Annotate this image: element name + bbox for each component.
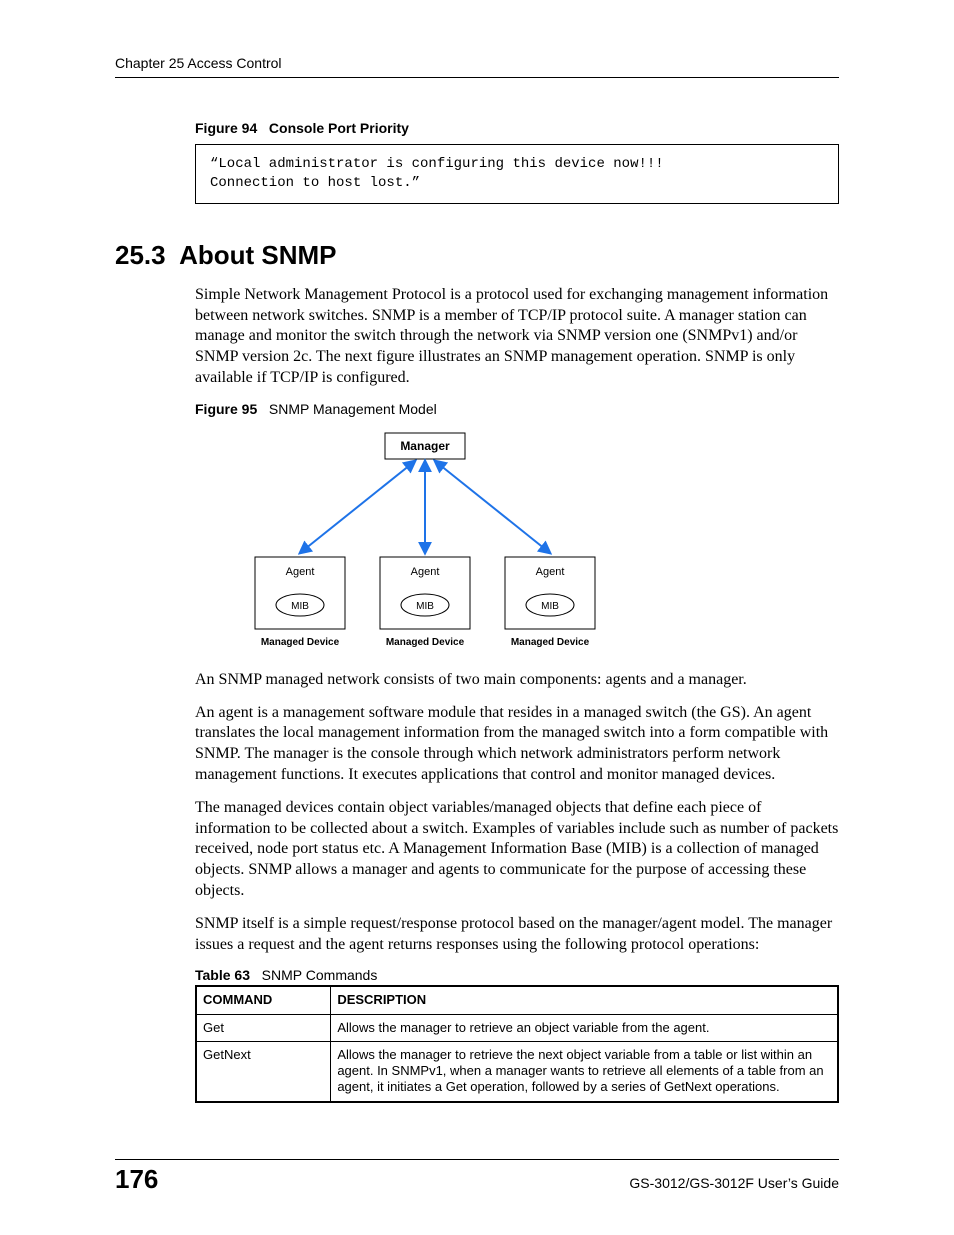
diagram-device-1: Agent MIB Managed Device (255, 557, 345, 648)
diagram-device-3: Agent MIB Managed Device (505, 557, 595, 648)
figure95-title: SNMP Management Model (269, 401, 437, 417)
table-cell-description: Allows the manager to retrieve an object… (331, 1014, 838, 1041)
snmp-diagram: Manager Agent MIB Managed Device Ag (195, 425, 839, 660)
table-cell-command: Get (196, 1014, 331, 1041)
section-heading: 25.3 About SNMP (115, 240, 839, 271)
svg-text:Agent: Agent (286, 566, 315, 578)
diagram-manager-label: Manager (400, 439, 450, 453)
snmp-commands-table: COMMAND DESCRIPTION Get Allows the manag… (195, 985, 839, 1102)
diagram-device-2: Agent MIB Managed Device (380, 557, 470, 648)
guide-name: GS-3012/GS-3012F User’s Guide (629, 1175, 839, 1191)
table-header-command: COMMAND (196, 986, 331, 1014)
svg-text:Managed Device: Managed Device (511, 637, 590, 648)
svg-text:Agent: Agent (536, 566, 565, 578)
svg-text:Managed Device: Managed Device (261, 637, 340, 648)
svg-text:MIB: MIB (416, 601, 434, 612)
svg-text:MIB: MIB (291, 601, 309, 612)
diagram-arrow-left (300, 461, 415, 553)
svg-text:Agent: Agent (411, 566, 440, 578)
figure94-codebox: “Local administrator is configuring this… (195, 144, 839, 204)
paragraph-agent: An agent is a management software module… (195, 703, 839, 786)
diagram-arrow-right (435, 461, 550, 553)
svg-text:Managed Device: Managed Device (386, 637, 465, 648)
figure94-number: Figure 94 (195, 120, 257, 136)
table-row: Get Allows the manager to retrieve an ob… (196, 1014, 838, 1041)
section-number: 25.3 (115, 240, 166, 270)
table63-caption: Table 63 SNMP Commands (195, 967, 839, 983)
table-cell-description: Allows the manager to retrieve the next … (331, 1041, 838, 1101)
svg-text:MIB: MIB (541, 601, 559, 612)
chapter-header: Chapter 25 Access Control (115, 55, 839, 78)
table63-number: Table 63 (195, 967, 250, 983)
section-title: About SNMP (179, 240, 336, 270)
paragraph-components: An SNMP managed network consists of two … (195, 670, 839, 691)
page-number: 176 (115, 1164, 158, 1195)
figure94-caption: Figure 94 Console Port Priority (195, 120, 839, 136)
figure95-number: Figure 95 (195, 401, 257, 417)
paragraph-managed: The managed devices contain object varia… (195, 798, 839, 902)
figure94-title: Console Port Priority (269, 120, 409, 136)
table-cell-command: GetNext (196, 1041, 331, 1101)
table63-title: SNMP Commands (262, 967, 378, 983)
table-header-description: DESCRIPTION (331, 986, 838, 1014)
figure95-caption: Figure 95 SNMP Management Model (195, 401, 839, 417)
table-row: GetNext Allows the manager to retrieve t… (196, 1041, 838, 1101)
table-header-row: COMMAND DESCRIPTION (196, 986, 838, 1014)
paragraph-intro: Simple Network Management Protocol is a … (195, 285, 839, 389)
paragraph-protocol: SNMP itself is a simple request/response… (195, 914, 839, 956)
